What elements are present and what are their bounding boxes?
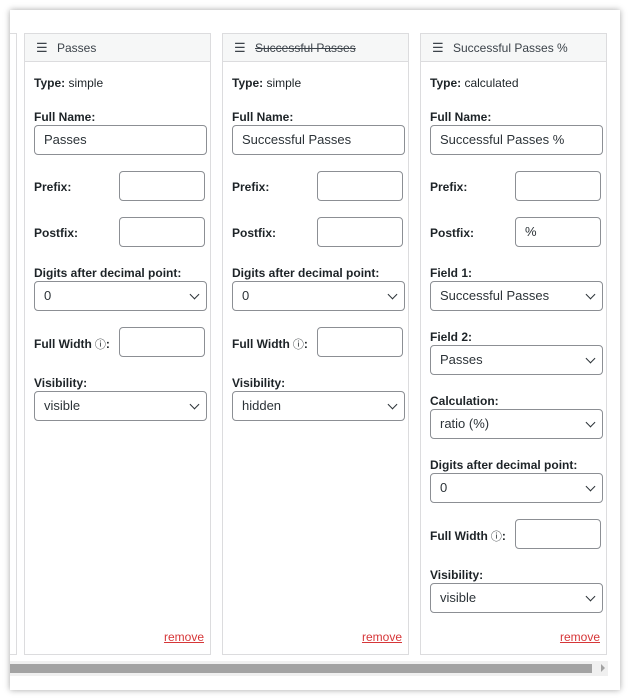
info-icon[interactable]: ⓘ <box>491 531 502 543</box>
field1-select-value: Successful Passes <box>440 288 550 303</box>
remove-link[interactable]: remove <box>560 630 600 644</box>
chevron-down-icon <box>585 417 596 428</box>
visibility-select[interactable]: visible <box>430 583 603 613</box>
prefix-input[interactable] <box>317 171 403 201</box>
calculation-select-value: ratio (%) <box>440 416 490 431</box>
column-header[interactable]: ☰ Passes <box>25 34 210 62</box>
calculation-select[interactable]: ratio (%) <box>430 409 603 439</box>
visibility-label: Visibility: <box>34 376 88 390</box>
previous-column-edge <box>10 33 17 655</box>
field2-select[interactable]: Passes <box>430 345 603 375</box>
prefix-label: Prefix: <box>232 180 270 194</box>
prefix-input[interactable] <box>119 171 205 201</box>
type-value: calculated <box>464 76 519 90</box>
visibility-select-value: visible <box>44 398 81 413</box>
hamburger-icon[interactable]: ☰ <box>432 40 444 56</box>
full-name-label: Full Name: <box>232 110 294 124</box>
chevron-down-icon <box>189 289 200 300</box>
digits-select-value: 0 <box>440 480 448 495</box>
columns-editor-window: ☰ Passes Type: simple Full Name: Passes … <box>10 10 620 690</box>
calculation-label: Calculation: <box>430 394 499 408</box>
type-row: Type: calculated <box>430 76 519 90</box>
prefix-input[interactable] <box>515 171 601 201</box>
remove-link[interactable]: remove <box>362 630 402 644</box>
visibility-select[interactable]: visible <box>34 391 207 421</box>
column-card-successful-passes: ☰ Successful Passes Type: simple Full Na… <box>222 33 409 655</box>
field1-label: Field 1: <box>430 266 473 280</box>
digits-select[interactable]: 0 <box>232 281 405 311</box>
full-width-input[interactable] <box>119 327 205 357</box>
chevron-down-icon <box>585 289 596 300</box>
prefix-label: Prefix: <box>430 180 468 194</box>
full-name-input[interactable]: Successful Passes % <box>430 125 603 155</box>
postfix-label: Postfix: <box>34 226 79 240</box>
info-icon[interactable]: ⓘ <box>95 339 106 351</box>
remove-link[interactable]: remove <box>164 630 204 644</box>
visibility-select-value: visible <box>440 590 477 605</box>
full-width-label: Full Width ⓘ: <box>232 337 308 351</box>
type-label: Type: <box>430 76 462 90</box>
column-card-passes: ☰ Passes Type: simple Full Name: Passes … <box>24 33 211 655</box>
digits-select-value: 0 <box>44 288 52 303</box>
type-label: Type: <box>232 76 264 90</box>
field2-select-value: Passes <box>440 352 483 367</box>
postfix-input[interactable] <box>317 217 403 247</box>
postfix-label: Postfix: <box>430 226 475 240</box>
field2-label: Field 2: <box>430 330 473 344</box>
full-name-input[interactable]: Passes <box>34 125 207 155</box>
type-value: simple <box>266 76 302 90</box>
field1-select[interactable]: Successful Passes <box>430 281 603 311</box>
chevron-down-icon <box>189 399 200 410</box>
postfix-input[interactable]: % <box>515 217 601 247</box>
chevron-down-icon <box>387 289 398 300</box>
chevron-down-icon <box>585 591 596 602</box>
hamburger-icon[interactable]: ☰ <box>234 40 246 56</box>
visibility-label: Visibility: <box>430 568 484 582</box>
info-icon[interactable]: ⓘ <box>293 339 304 351</box>
full-name-label: Full Name: <box>34 110 96 124</box>
digits-label: Digits after decimal point: <box>34 266 182 280</box>
chevron-down-icon <box>387 399 398 410</box>
column-header[interactable]: ☰ Successful Passes % <box>421 34 606 62</box>
full-name-input[interactable]: Successful Passes <box>232 125 405 155</box>
visibility-select[interactable]: hidden <box>232 391 405 421</box>
visibility-label: Visibility: <box>232 376 286 390</box>
postfix-input[interactable] <box>119 217 205 247</box>
digits-label: Digits after decimal point: <box>232 266 380 280</box>
column-title: Passes <box>57 41 97 55</box>
hamburger-icon[interactable]: ☰ <box>36 40 48 56</box>
prefix-label: Prefix: <box>34 180 72 194</box>
column-header[interactable]: ☰ Successful Passes <box>223 34 408 62</box>
horizontal-scrollbar[interactable] <box>10 661 608 676</box>
full-width-input[interactable] <box>317 327 403 357</box>
scroll-right-arrow-icon[interactable] <box>601 664 605 672</box>
scrollbar-thumb[interactable] <box>10 664 592 673</box>
digits-select-value: 0 <box>242 288 250 303</box>
chevron-down-icon <box>585 481 596 492</box>
chevron-down-icon <box>585 353 596 364</box>
digits-select[interactable]: 0 <box>34 281 207 311</box>
column-title: Successful Passes <box>255 41 356 55</box>
type-row: Type: simple <box>232 76 301 90</box>
full-width-label: Full Width ⓘ: <box>34 337 110 351</box>
type-label: Type: <box>34 76 66 90</box>
type-value: simple <box>68 76 104 90</box>
full-name-label: Full Name: <box>430 110 492 124</box>
type-row: Type: simple <box>34 76 103 90</box>
full-width-label: Full Width ⓘ: <box>430 529 506 543</box>
full-width-input[interactable] <box>515 519 601 549</box>
digits-label: Digits after decimal point: <box>430 458 578 472</box>
column-title: Successful Passes % <box>453 41 568 55</box>
digits-select[interactable]: 0 <box>430 473 603 503</box>
visibility-select-value: hidden <box>242 398 282 413</box>
postfix-label: Postfix: <box>232 226 277 240</box>
column-card-successful-passes-percent: ☰ Successful Passes % Type: calculated F… <box>420 33 607 655</box>
